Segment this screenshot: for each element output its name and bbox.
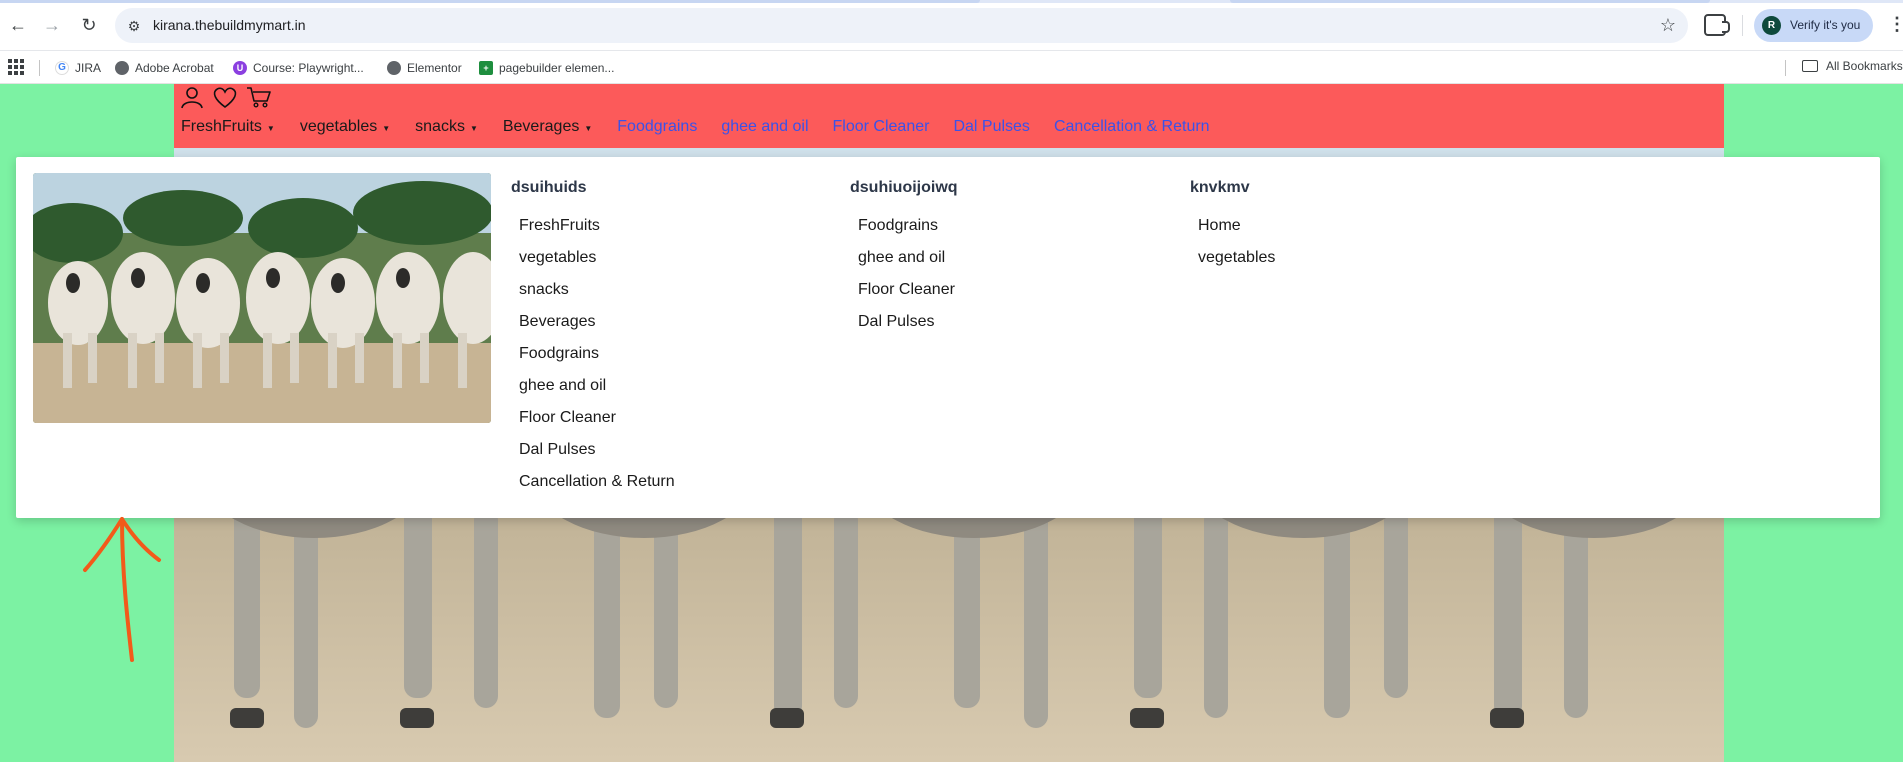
nav-dropdown-beverages[interactable]: Beverages ▼	[503, 118, 592, 136]
site-info-icon[interactable]: ⚙	[125, 17, 143, 35]
mega-menu-item[interactable]: FreshFruits	[519, 217, 675, 249]
caret-down-icon: ▼	[469, 123, 478, 133]
mega-menu-column-title: knvkmv	[1190, 179, 1250, 196]
mega-menu-item[interactable]: vegetables	[519, 249, 675, 281]
browser-menu-icon[interactable]: ⋮	[1888, 14, 1903, 35]
profile-button[interactable]: R Verify it's you	[1754, 9, 1873, 42]
apps-grid-icon[interactable]	[8, 59, 24, 75]
tab-strip	[0, 0, 1903, 3]
nav-label: Beverages	[502, 118, 580, 135]
back-icon[interactable]: ←	[3, 10, 33, 40]
sheets-icon: +	[479, 61, 493, 75]
mega-menu-column-3: knvkmv Home vegetables	[1190, 179, 1275, 281]
mega-menu-item[interactable]: ghee and oil	[519, 377, 675, 409]
caret-down-icon: ▼	[382, 123, 391, 133]
globe-icon	[115, 61, 129, 75]
bookmark-course[interactable]: U Course: Playwright...	[233, 59, 364, 77]
mega-menu-column-title: dsuhiuoijoiwq	[850, 179, 958, 196]
all-bookmarks-button[interactable]: All Bookmarks	[1802, 59, 1903, 73]
caret-down-icon: ▼	[266, 123, 275, 133]
browser-toolbar: ← → ↻ ⚙ kirana.thebuildmymart.in ☆ R Ver…	[0, 0, 1903, 51]
mega-menu-column-1: dsuihuids FreshFruits vegetables snacks …	[511, 179, 675, 505]
url-text[interactable]: kirana.thebuildmymart.in	[153, 17, 306, 33]
nav-link-cancellation-return[interactable]: Cancellation & Return	[1054, 118, 1210, 136]
mega-menu-item[interactable]: Home	[1198, 217, 1275, 249]
address-bar[interactable]: ⚙ kirana.thebuildmymart.in ☆	[115, 8, 1688, 43]
caret-down-icon: ▼	[584, 123, 593, 133]
mega-menu-item[interactable]: Dal Pulses	[519, 441, 675, 473]
reload-icon[interactable]: ↻	[74, 10, 104, 40]
mega-menu-item[interactable]: Floor Cleaner	[519, 409, 675, 441]
mega-menu-item[interactable]: Dal Pulses	[858, 313, 958, 345]
mega-menu-item[interactable]: Foodgrains	[858, 217, 958, 249]
bookmark-pagebuilder[interactable]: + pagebuilder elemen...	[479, 59, 614, 77]
bookmark-jira[interactable]: G JIRA	[55, 59, 101, 77]
nav-label: snacks	[415, 118, 465, 135]
user-icon[interactable]	[180, 85, 204, 109]
primary-nav: FreshFruits ▼ vegetables ▼ snacks ▼ Beverag…	[181, 118, 1234, 136]
header-icons	[180, 85, 272, 109]
profile-avatar: R	[1762, 16, 1781, 35]
white-horses-image	[33, 173, 491, 423]
bookmark-star-icon[interactable]: ☆	[1660, 15, 1676, 36]
profile-label: Verify it's you	[1790, 18, 1861, 32]
bookmark-label: pagebuilder elemen...	[499, 61, 615, 75]
extensions-icon[interactable]	[1704, 14, 1730, 36]
nav-dropdown-snacks[interactable]: snacks ▼	[415, 118, 478, 136]
mega-menu-item[interactable]: Beverages	[519, 313, 675, 345]
mega-menu-dropdown: dsuihuids FreshFruits vegetables snacks …	[16, 157, 1880, 518]
all-bookmarks-label: All Bookmarks	[1826, 59, 1903, 73]
mega-menu-item[interactable]: Floor Cleaner	[858, 281, 958, 313]
mega-menu-list: Home vegetables	[1198, 217, 1275, 281]
wishlist-heart-icon[interactable]	[212, 85, 238, 109]
bookmarks-bar: G JIRA Adobe Acrobat U Course: Playwrigh…	[0, 51, 1903, 84]
folder-icon	[1802, 60, 1818, 72]
site-header: FreshFruits ▼ vegetables ▼ snacks ▼ Beverag…	[174, 84, 1724, 148]
nav-label: vegetables	[299, 118, 378, 135]
nav-link-floor-cleaner[interactable]: Floor Cleaner	[833, 118, 930, 136]
nav-link-dal-pulses[interactable]: Dal Pulses	[953, 118, 1029, 136]
bookmark-label: Course: Playwright...	[253, 61, 364, 75]
course-icon: U	[233, 61, 247, 75]
bookmarks-divider	[1785, 60, 1786, 76]
mega-menu-list: FreshFruits vegetables snacks Beverages …	[519, 217, 675, 505]
cart-icon[interactable]	[246, 85, 272, 109]
nav-link-ghee-and-oil[interactable]: ghee and oil	[721, 118, 808, 136]
mega-menu-banner-image	[33, 173, 491, 423]
mega-menu-item[interactable]: vegetables	[1198, 249, 1275, 281]
google-icon: G	[55, 61, 69, 75]
nav-link-foodgrains[interactable]: Foodgrains	[617, 118, 697, 136]
bookmark-label: JIRA	[75, 61, 102, 75]
bookmark-label: Adobe Acrobat	[135, 61, 214, 75]
mega-menu-item[interactable]: Foodgrains	[519, 345, 675, 377]
bookmark-adobe-acrobat[interactable]: Adobe Acrobat	[115, 59, 214, 77]
toolbar-divider	[1742, 15, 1743, 36]
bookmarks-divider	[39, 60, 40, 76]
nav-dropdown-vegetables[interactable]: vegetables ▼	[300, 118, 390, 136]
annotation-arrow-icon	[83, 517, 161, 662]
mega-menu-column-title: dsuihuids	[511, 179, 587, 196]
mega-menu-item[interactable]: snacks	[519, 281, 675, 313]
nav-label: FreshFruits	[181, 118, 262, 135]
nav-dropdown-freshfruits[interactable]: FreshFruits ▼	[181, 118, 275, 136]
mega-menu-item[interactable]: ghee and oil	[858, 249, 958, 281]
bookmark-elementor[interactable]: Elementor	[387, 59, 462, 77]
forward-icon[interactable]: →	[37, 10, 67, 40]
mega-menu-item[interactable]: Cancellation & Return	[519, 473, 675, 505]
mega-menu-column-2: dsuhiuoijoiwq Foodgrains ghee and oil Fl…	[850, 179, 958, 345]
globe-icon	[387, 61, 401, 75]
mega-menu-list: Foodgrains ghee and oil Floor Cleaner Da…	[858, 217, 958, 345]
bookmark-label: Elementor	[407, 61, 462, 75]
